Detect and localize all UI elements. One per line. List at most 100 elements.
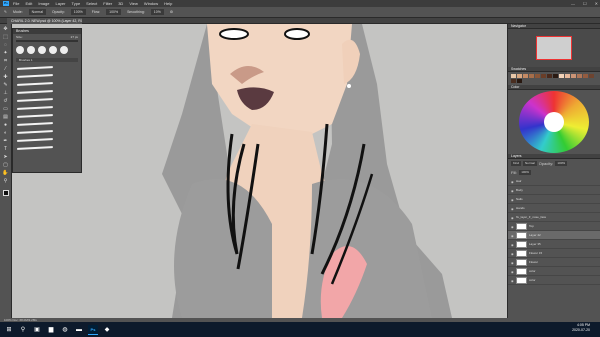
color-swatch[interactable] bbox=[553, 74, 558, 78]
menu-3d[interactable]: 3D bbox=[118, 1, 123, 6]
eye-icon[interactable]: ◉ bbox=[511, 270, 514, 274]
folder-icon[interactable]: ▬ bbox=[74, 325, 84, 335]
color-swatch[interactable] bbox=[571, 74, 576, 78]
color-swatch[interactable] bbox=[511, 79, 516, 83]
brush-preset[interactable] bbox=[16, 46, 24, 54]
brush-stroke-preview[interactable] bbox=[17, 120, 77, 127]
color-swatch[interactable] bbox=[577, 74, 582, 78]
brush-stroke-preview[interactable] bbox=[17, 112, 77, 119]
color-swatch[interactable] bbox=[535, 74, 540, 78]
eye-icon[interactable]: ◉ bbox=[511, 243, 514, 247]
close-button[interactable]: ✕ bbox=[595, 0, 598, 7]
app-icon[interactable]: ◆ bbox=[102, 325, 112, 335]
color-swatch[interactable] bbox=[583, 74, 588, 78]
blend-mode-select[interactable]: Normal bbox=[523, 161, 537, 166]
crop-icon[interactable]: ⌗ bbox=[2, 58, 10, 64]
healing-icon[interactable]: ✚ bbox=[2, 74, 10, 80]
eye-icon[interactable]: ◉ bbox=[511, 279, 514, 283]
minimize-button[interactable]: — bbox=[571, 0, 575, 7]
menu-edit[interactable]: Edit bbox=[25, 1, 32, 6]
brush-stroke-preview[interactable] bbox=[17, 144, 77, 151]
brush-preset[interactable] bbox=[60, 46, 68, 54]
pen-icon[interactable]: ✒ bbox=[2, 138, 10, 144]
color-swatch[interactable] bbox=[559, 74, 564, 78]
layer-row-selected[interactable]: ◉ Layer 42 bbox=[508, 231, 600, 240]
stamp-icon[interactable]: ⊥ bbox=[2, 90, 10, 96]
brush-preset[interactable] bbox=[38, 46, 46, 54]
menu-type[interactable]: Type bbox=[72, 1, 81, 6]
color-wheel[interactable] bbox=[519, 91, 589, 153]
layer-row[interactable]: ◉ Nails bbox=[508, 195, 600, 204]
brush-stroke-preview[interactable] bbox=[17, 72, 77, 79]
brush-stroke-preview[interactable] bbox=[17, 104, 77, 111]
move-icon[interactable]: ✥ bbox=[2, 26, 10, 32]
menu-image[interactable]: Image bbox=[38, 1, 49, 6]
layer-row[interactable]: ◉ Top bbox=[508, 222, 600, 231]
layer-opacity-field[interactable]: 100% bbox=[555, 161, 568, 166]
menu-select[interactable]: Select bbox=[86, 1, 97, 6]
layer-row[interactable]: ◉ color bbox=[508, 276, 600, 285]
photoshop-taskbar-icon[interactable]: Ps bbox=[88, 324, 98, 335]
brush-tool-icon[interactable]: ✎ bbox=[4, 10, 7, 14]
eye-icon[interactable]: ◉ bbox=[511, 225, 514, 229]
zoom-icon[interactable]: ⚲ bbox=[2, 178, 10, 184]
search-icon[interactable]: ⚲ bbox=[18, 325, 28, 335]
windows-start-icon[interactable]: ⊞ bbox=[4, 325, 14, 335]
task-view-icon[interactable]: ▣ bbox=[32, 325, 42, 335]
quick-select-icon[interactable]: ✦ bbox=[2, 50, 10, 56]
brush-size-value[interactable]: 27 px bbox=[71, 35, 78, 39]
menu-layer[interactable]: Layer bbox=[55, 1, 65, 6]
canvas-area[interactable] bbox=[12, 24, 507, 318]
eye-icon[interactable]: ◉ bbox=[511, 198, 514, 202]
layer-row[interactable]: ◉ Flower 15 bbox=[508, 249, 600, 258]
color-swatch[interactable] bbox=[517, 74, 522, 78]
blur-icon[interactable]: ● bbox=[2, 122, 10, 128]
menu-filter[interactable]: Filter bbox=[103, 1, 112, 6]
color-swatch[interactable] bbox=[523, 74, 528, 78]
color-swatch[interactable] bbox=[511, 74, 516, 78]
menu-window[interactable]: Window bbox=[144, 1, 158, 6]
layer-row[interactable]: ◉ Hair bbox=[508, 177, 600, 186]
color-swatch[interactable] bbox=[529, 74, 534, 78]
history-brush-icon[interactable]: ↺ bbox=[2, 98, 10, 104]
path-select-icon[interactable]: ➤ bbox=[2, 154, 10, 160]
layer-row[interactable]: ◉ color bbox=[508, 267, 600, 276]
type-icon[interactable]: T bbox=[2, 146, 10, 152]
menu-view[interactable]: View bbox=[129, 1, 138, 6]
flow-field[interactable]: 100% bbox=[106, 9, 122, 15]
menu-file[interactable]: File bbox=[13, 1, 19, 6]
brush-stroke-preview[interactable] bbox=[17, 96, 77, 103]
chrome-icon[interactable]: ◍ bbox=[60, 325, 70, 335]
dodge-icon[interactable]: ◐ bbox=[2, 130, 10, 136]
layer-kind-filter[interactable]: Kind bbox=[511, 161, 522, 166]
gear-icon[interactable]: ⚙ bbox=[170, 10, 173, 14]
eye-icon[interactable]: ◉ bbox=[511, 234, 514, 238]
eye-icon[interactable]: ◉ bbox=[511, 261, 514, 265]
brush-size-slider[interactable] bbox=[16, 40, 78, 42]
brush-folder[interactable]: Brushes 1 bbox=[16, 58, 78, 62]
color-swatch[interactable] bbox=[589, 74, 594, 78]
eye-icon[interactable]: ◉ bbox=[511, 180, 514, 184]
smoothing-field[interactable]: 10% bbox=[150, 9, 164, 15]
brush-stroke-preview[interactable] bbox=[17, 64, 77, 71]
layer-row[interactable]: ◉ Hands bbox=[508, 204, 600, 213]
foreground-color-swatch[interactable] bbox=[2, 190, 9, 196]
eye-icon[interactable]: ◉ bbox=[511, 207, 514, 211]
color-swatch[interactable] bbox=[517, 79, 522, 83]
brush-icon[interactable]: ✎ bbox=[2, 82, 10, 88]
eye-icon[interactable]: ◉ bbox=[511, 252, 514, 256]
eye-icon[interactable]: ◉ bbox=[511, 216, 514, 220]
eraser-icon[interactable]: ▭ bbox=[2, 106, 10, 112]
brush-preset[interactable] bbox=[27, 46, 35, 54]
color-swatch[interactable] bbox=[547, 74, 552, 78]
file-explorer-icon[interactable]: ▆ bbox=[46, 325, 56, 335]
artwork[interactable] bbox=[12, 24, 507, 318]
hand-icon[interactable]: ✋ bbox=[2, 170, 10, 176]
shape-icon[interactable]: ▢ bbox=[2, 162, 10, 168]
marquee-icon[interactable]: ⬚ bbox=[2, 34, 10, 40]
opacity-field[interactable]: 100% bbox=[70, 9, 86, 15]
eye-icon[interactable]: ◉ bbox=[511, 189, 514, 193]
brush-stroke-preview[interactable] bbox=[17, 88, 77, 95]
lasso-icon[interactable]: ◌ bbox=[2, 42, 10, 48]
menu-help[interactable]: Help bbox=[164, 1, 172, 6]
